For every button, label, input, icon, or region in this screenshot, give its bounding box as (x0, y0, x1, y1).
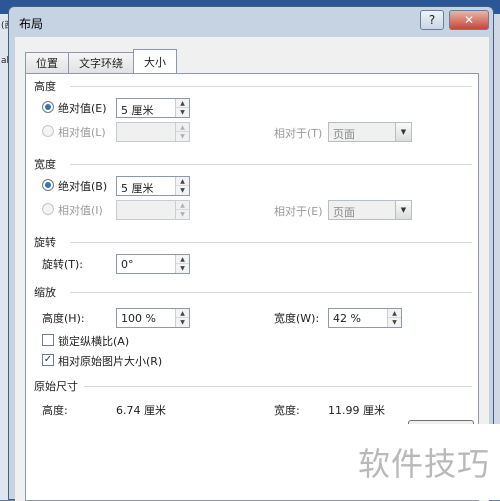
lock-aspect-label[interactable]: 锁定纵横比(A) (58, 333, 129, 349)
original-width-label: 宽度: (274, 404, 300, 417)
rotation-label: 旋转(T): (42, 258, 84, 271)
spin-down-icon[interactable]: ▼ (176, 108, 189, 117)
width-relative-spinner[interactable]: ▲ ▼ (116, 200, 190, 220)
height-absolute-label[interactable]: 绝对值(E) (58, 100, 107, 116)
close-button[interactable]: ✕ (449, 10, 489, 30)
spinner-buttons: ▲ ▼ (175, 255, 189, 273)
tab-text-wrapping[interactable]: 文字环绕 (68, 52, 134, 73)
height-relative-to-select[interactable]: 页面 ▼ (328, 122, 412, 142)
width-relative-to-label: 相对于(E) (274, 205, 323, 218)
original-width-value: 11.99 厘米 (328, 404, 385, 417)
dialog-title: 布局 (19, 17, 44, 31)
rotation-spinner[interactable]: 0° ▲ ▼ (116, 254, 190, 274)
spin-down-icon[interactable]: ▼ (176, 132, 189, 141)
width-absolute-radio[interactable] (42, 179, 54, 191)
height-relative-label[interactable]: 相对值(L) (58, 124, 106, 140)
height-section-title: 高度 (34, 80, 56, 93)
rotation-value[interactable]: 0° (121, 258, 134, 271)
lock-aspect-checkbox[interactable] (42, 334, 54, 346)
spin-up-icon[interactable]: ▲ (176, 201, 189, 210)
spinner-buttons: ▲ ▼ (175, 123, 189, 141)
dialog-titlebar[interactable]: 布局 ? ✕ (9, 7, 493, 37)
height-relative-spinner[interactable]: ▲ ▼ (116, 122, 190, 142)
scale-width-label: 宽度(W): (274, 312, 320, 325)
width-relative-to-value: 页面 (333, 206, 355, 219)
relative-original-label[interactable]: 相对原始图片大小(R) (58, 353, 162, 369)
scale-height-spinner[interactable]: 100 % ▲ ▼ (116, 308, 190, 328)
height-absolute-spinner[interactable]: 5 厘米 ▲ ▼ (116, 98, 190, 118)
spin-up-icon[interactable]: ▲ (388, 309, 401, 318)
scale-height-label: 高度(H): (42, 312, 85, 325)
relative-original-checkbox[interactable]: ✓ (42, 354, 54, 366)
spinner-buttons: ▲ ▼ (175, 177, 189, 195)
original-height-value: 6.74 厘米 (116, 404, 166, 417)
spinner-buttons: ▲ ▼ (175, 99, 189, 117)
spin-down-icon[interactable]: ▼ (176, 264, 189, 273)
height-relative-to-label: 相对于(T) (274, 127, 323, 140)
spin-down-icon[interactable]: ▼ (388, 318, 401, 327)
spin-up-icon[interactable]: ▲ (176, 309, 189, 318)
height-absolute-radio[interactable] (42, 101, 54, 113)
help-button[interactable]: ? (420, 10, 444, 30)
scale-height-value[interactable]: 100 % (121, 312, 156, 325)
width-relative-label[interactable]: 相对值(I) (58, 202, 103, 218)
scale-section-title: 缩放 (34, 286, 56, 299)
close-icon: ✕ (463, 13, 475, 27)
rotation-section-title: 旋转 (34, 236, 56, 249)
tab-size[interactable]: 大小 (133, 49, 177, 73)
height-relative-radio[interactable] (42, 125, 54, 137)
width-relative-radio[interactable] (42, 203, 54, 215)
width-absolute-spinner[interactable]: 5 厘米 ▲ ▼ (116, 176, 190, 196)
watermark-text: 软件技巧 (348, 424, 500, 500)
width-section-title: 宽度 (34, 158, 56, 171)
check-icon: ✓ (43, 354, 53, 365)
scale-section-divider (70, 292, 472, 293)
spin-up-icon[interactable]: ▲ (176, 99, 189, 108)
spin-down-icon[interactable]: ▼ (176, 186, 189, 195)
chevron-down-icon[interactable]: ▼ (395, 201, 411, 219)
original-height-label: 高度: (42, 404, 68, 417)
spin-up-icon[interactable]: ▲ (176, 255, 189, 264)
original-size-section-divider (84, 386, 472, 387)
spinner-buttons: ▲ ▼ (387, 309, 401, 327)
width-absolute-value[interactable]: 5 厘米 (121, 180, 154, 196)
width-absolute-label[interactable]: 绝对值(B) (58, 178, 107, 194)
scale-width-value[interactable]: 42 % (333, 312, 361, 325)
spinner-buttons: ▲ ▼ (175, 309, 189, 327)
tab-position[interactable]: 位置 (25, 52, 69, 73)
height-section-divider (70, 86, 472, 87)
help-icon: ? (428, 13, 436, 27)
tab-strip: 位置 文字环绕 大小 (25, 49, 177, 73)
height-relative-to-value: 页面 (333, 128, 355, 141)
spin-up-icon[interactable]: ▲ (176, 123, 189, 132)
spin-down-icon[interactable]: ▼ (176, 210, 189, 219)
spinner-buttons: ▲ ▼ (175, 201, 189, 219)
width-relative-to-select[interactable]: 页面 ▼ (328, 200, 412, 220)
chevron-down-icon[interactable]: ▼ (395, 123, 411, 141)
scale-width-spinner[interactable]: 42 % ▲ ▼ (328, 308, 402, 328)
spin-up-icon[interactable]: ▲ (176, 177, 189, 186)
height-absolute-value[interactable]: 5 厘米 (121, 102, 154, 118)
width-section-divider (70, 164, 472, 165)
rotation-section-divider (70, 242, 472, 243)
spin-down-icon[interactable]: ▼ (176, 318, 189, 327)
original-size-section-title: 原始尺寸 (34, 380, 78, 393)
